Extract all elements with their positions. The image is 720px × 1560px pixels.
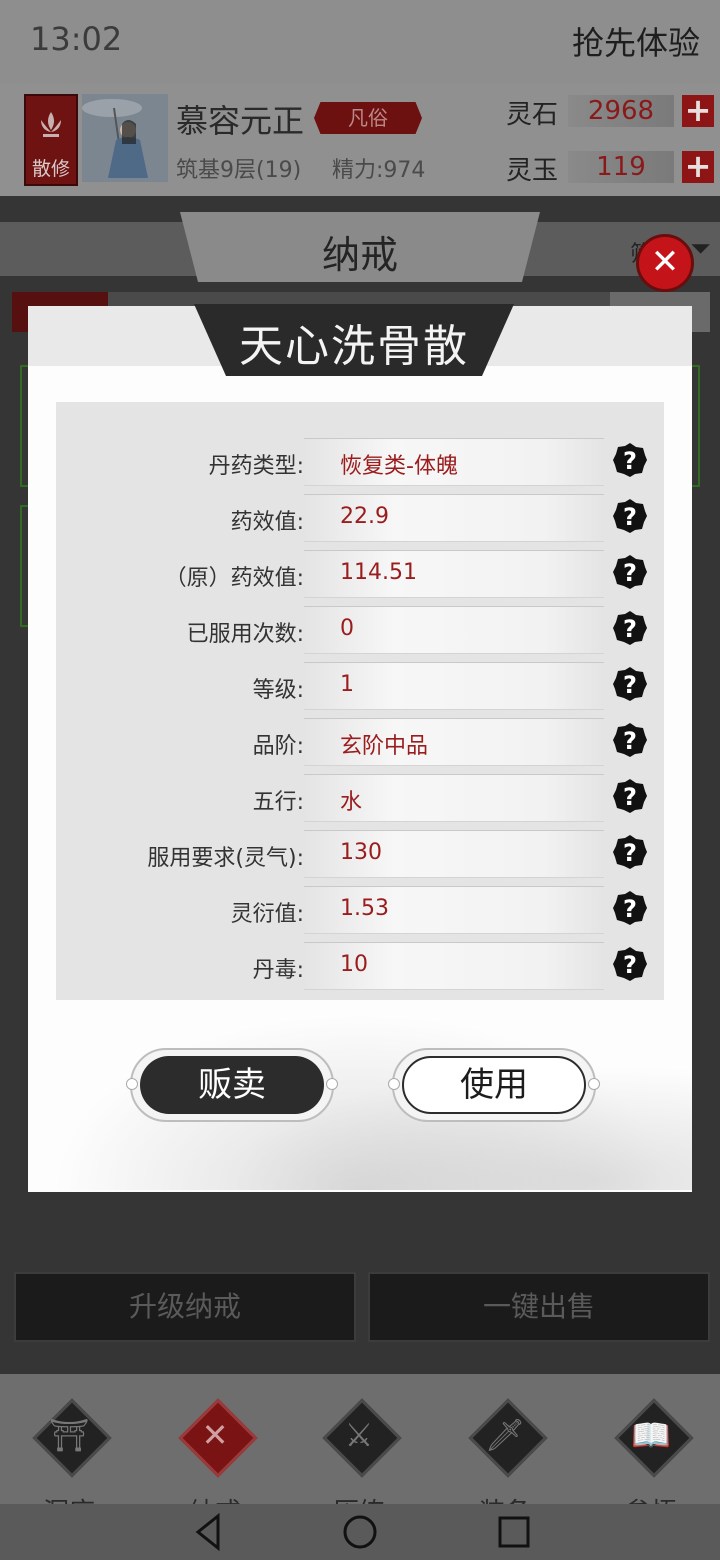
upgrade-ring-button[interactable]: 升级纳戒 [14,1272,356,1342]
attribute-label: 五行: [252,790,304,815]
svg-text:?: ? [623,895,637,923]
attribute-value: 130 [340,840,382,865]
dialog-title: 天心洗骨散 [239,321,469,372]
attribute-row: （原）药效值: 114.51 ? [56,546,664,602]
attribute-value: 22.9 [340,504,389,529]
spirit-stone-label: 灵石 [506,100,559,130]
sect-label: 散修 [31,158,70,180]
attribute-row: 已服用次数: 0 ? [56,602,664,658]
attribute-label: 药效值: [230,510,304,535]
add-spirit-jade-button[interactable]: + [682,150,714,183]
svg-text:?: ? [623,503,637,531]
attribute-label: 丹毒: [252,958,304,983]
rank-badge: 凡俗 [314,102,422,134]
sell-button[interactable]: 贩卖 [126,1048,338,1122]
player-name: 慕容元正 [176,102,305,140]
help-icon[interactable]: ? [612,498,648,534]
attribute-label: 服用要求(灵气): [147,846,304,871]
attribute-row: 等级: 1 ? [56,658,664,714]
attribute-label: 灵衍值: [230,902,304,927]
attribute-value: 恢复类-体魄 [340,454,458,479]
ring-icon: ✕ [201,1416,229,1454]
spirit-jade-label: 灵玉 [506,156,559,186]
attribute-value: 10 [340,952,368,977]
svg-text:?: ? [623,615,637,643]
attribute-value: 1 [340,672,354,697]
attribute-value: 1.53 [340,896,389,921]
add-spirit-stone-button[interactable]: + [682,94,714,127]
sell-all-button[interactable]: 一键出售 [368,1272,710,1342]
attribute-row: 灵衍值: 1.53 ? [56,882,664,938]
attribute-label: 丹药类型: [208,454,304,479]
attribute-value: 0 [340,616,354,641]
back-icon[interactable] [188,1504,228,1560]
svg-text:?: ? [623,559,637,587]
attribute-label: 等级: [252,678,304,703]
gate-icon: ⛩ [48,1416,90,1454]
svg-text:?: ? [623,951,637,979]
attribute-row: 丹毒: 10 ? [56,938,664,994]
crossed-swords-icon: ⚔ [344,1416,374,1454]
system-nav-bar [0,1504,720,1560]
help-icon[interactable]: ? [612,610,648,646]
home-icon[interactable] [340,1504,380,1560]
attribute-value: 114.51 [340,560,417,585]
attribute-row: 服用要求(灵气): 130 ? [56,826,664,882]
status-time: 13:02 [30,20,123,58]
attribute-row: 五行: 水 ? [56,770,664,826]
avatar[interactable] [82,94,168,182]
attribute-label: 已服用次数: [186,622,304,647]
help-icon[interactable]: ? [612,666,648,702]
svg-text:?: ? [623,839,637,867]
svg-text:?: ? [623,783,637,811]
book-icon: 📖 [631,1416,671,1454]
help-icon[interactable]: ? [612,722,648,758]
help-icon[interactable]: ? [612,778,648,814]
attribute-row: 丹药类型: 恢复类-体魄 ? [56,434,664,490]
attribute-label: 品阶: [252,734,304,759]
attribute-label: （原）药效值: [164,566,304,591]
attribute-row: 药效值: 22.9 ? [56,490,664,546]
svg-text:?: ? [623,671,637,699]
close-icon: ✕ [650,242,680,282]
help-icon[interactable]: ? [612,890,648,926]
help-icon[interactable]: ? [612,946,648,982]
recents-icon[interactable] [494,1504,534,1560]
energy-value: 精力:974 [332,158,426,183]
spirit-jade-value: 119 [568,151,674,183]
cultivation-level: 筑基9层(19) [176,158,302,183]
lotus-icon [41,112,61,137]
page-title: 纳戒 [321,233,398,277]
help-icon[interactable]: ? [612,554,648,590]
svg-text:?: ? [623,447,637,475]
use-button-label: 使用 [402,1056,586,1114]
attribute-row: 品阶: 玄阶中品 ? [56,714,664,770]
early-access-label[interactable]: 抢先体验 [572,18,700,64]
sell-button-label: 贩卖 [140,1056,324,1114]
sect-badge[interactable]: 散修 [24,94,78,186]
use-button[interactable]: 使用 [388,1048,600,1122]
help-icon[interactable]: ? [612,834,648,870]
svg-text:?: ? [623,727,637,755]
close-button[interactable]: ✕ [636,234,694,292]
spirit-stone-value: 2968 [568,95,674,127]
attribute-value: 玄阶中品 [340,734,429,759]
help-icon[interactable]: ? [612,442,648,478]
sword-icon: 🗡 [484,1416,526,1454]
attribute-value: 水 [340,790,363,815]
